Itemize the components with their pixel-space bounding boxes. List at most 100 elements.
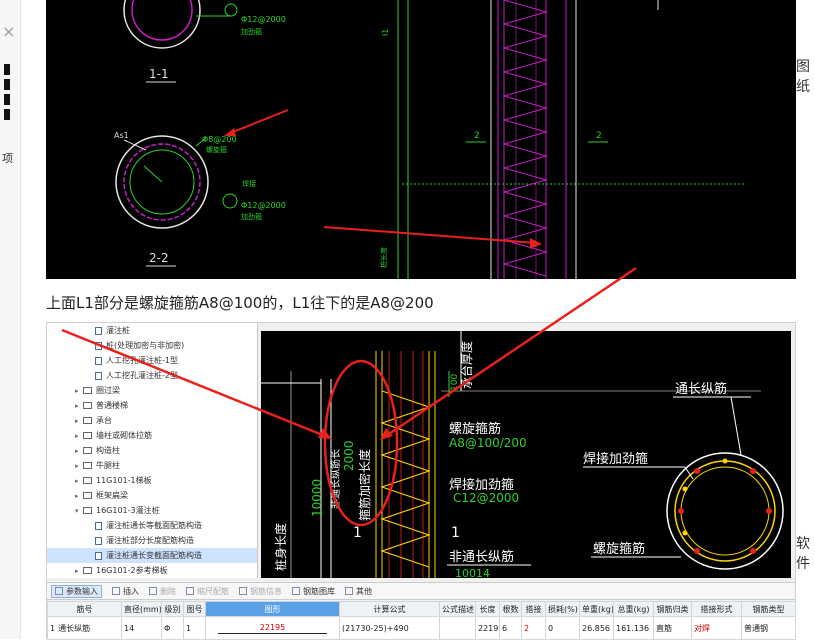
dim-l1-label: l1 bbox=[381, 29, 390, 36]
toolbar-button[interactable]: 钢筋信息 bbox=[239, 586, 282, 597]
table-cell[interactable] bbox=[439, 616, 476, 640]
table-cell[interactable]: 26.856 bbox=[579, 616, 614, 640]
folder-icon bbox=[83, 432, 92, 439]
toolbar-button[interactable]: 缩尺配筋 bbox=[186, 586, 229, 597]
chevron-right-icon[interactable]: ▸ bbox=[75, 432, 83, 440]
nonlong-length-value: 10000 bbox=[310, 479, 324, 517]
svg-text:10014: 10014 bbox=[455, 567, 490, 578]
toolbar-button[interactable]: 删除 bbox=[149, 586, 176, 597]
tree-item[interactable]: ▸ 圈过梁 bbox=[47, 383, 257, 398]
chevron-right-icon[interactable]: ▸ bbox=[75, 447, 83, 455]
table-header-cell[interactable]: 长度 bbox=[475, 601, 500, 617]
tree-item[interactable]: ▸ 普通楼梯 bbox=[47, 398, 257, 413]
table-header-cell[interactable]: 损耗(%) bbox=[545, 601, 580, 617]
chevron-right-icon[interactable]: ▸ bbox=[75, 567, 83, 575]
table-cell[interactable]: 0 bbox=[545, 616, 580, 640]
table-header-cell[interactable]: 搭接 bbox=[521, 601, 546, 617]
toolbar-button[interactable]: 插入 bbox=[112, 586, 139, 597]
tree-item[interactable]: 人工挖孔灌注桩-1型 bbox=[47, 353, 257, 368]
tree-item[interactable]: ▸ 承台 bbox=[47, 413, 257, 428]
toolbar-button-label: 插入 bbox=[123, 586, 139, 596]
table-cell[interactable]: 直筋 bbox=[653, 616, 692, 640]
tree-item[interactable]: ▸ 16G101-2参考梯板 bbox=[47, 563, 257, 578]
table-header-cell[interactable]: 直径(mm) bbox=[121, 601, 162, 617]
table-header-cell[interactable]: 筋号 bbox=[47, 601, 122, 617]
chevron-right-icon[interactable]: ▸ bbox=[75, 492, 83, 500]
svg-text:100: 100 bbox=[450, 374, 460, 391]
toolbar-button[interactable]: 钢筋图库 bbox=[292, 586, 335, 597]
table-header-cell[interactable]: 级别 bbox=[161, 601, 184, 617]
toolbar-button-label: 参数输入 bbox=[66, 586, 98, 596]
chevron-right-icon[interactable]: ▸ bbox=[75, 402, 83, 410]
rebar-low-label-3: 加劲箍 bbox=[241, 212, 262, 221]
tree-item[interactable]: 人工挖孔灌注桩-2型 bbox=[47, 368, 257, 383]
toolbar-button[interactable]: 其他 bbox=[345, 586, 372, 597]
tree-item[interactable]: ▸ 墙柱或砌体拉筋 bbox=[47, 428, 257, 443]
tree-item[interactable]: 灌注桩通长等截面配筋构造 bbox=[47, 518, 257, 533]
tree-item[interactable]: 灌注桩部分长度配筋构造 bbox=[47, 533, 257, 548]
table-cell[interactable]: 6 bbox=[499, 616, 522, 640]
table-cell[interactable]: 22195 bbox=[475, 616, 500, 640]
chevron-right-icon[interactable]: ▸ bbox=[75, 462, 83, 470]
table-header-cell[interactable]: 钢筋归类 bbox=[653, 601, 692, 617]
table-header-cell[interactable]: 总重(kg) bbox=[613, 601, 654, 617]
tree-item[interactable]: ▾ 16G101-3灌注桩 bbox=[47, 503, 257, 518]
table-cell-value: 0 bbox=[548, 623, 554, 633]
tree-item[interactable]: 灌注桩 bbox=[47, 323, 257, 338]
tree-item[interactable]: ▸ 框架扁梁 bbox=[47, 488, 257, 503]
table-header-cell[interactable]: 公式描述 bbox=[439, 601, 476, 617]
tree-item[interactable]: 灌注桩通长变截面配筋构造 bbox=[47, 548, 257, 563]
table-cell[interactable]: 2 bbox=[521, 616, 546, 640]
tree-item-label: 墙柱或砌体拉筋 bbox=[96, 431, 152, 440]
section-2-2-label: 2-2 bbox=[149, 251, 169, 265]
tree-item[interactable]: ▸ 构造柱 bbox=[47, 443, 257, 458]
nonlong-rebar-label: 非通长纵筋 bbox=[449, 549, 514, 565]
chevron-right-icon[interactable]: ▸ bbox=[75, 417, 83, 425]
tree-item-label: 灌注桩通长变截面配筋构造 bbox=[106, 551, 202, 560]
table-cell[interactable]: 14 bbox=[121, 616, 162, 640]
toolbar-icon bbox=[186, 587, 194, 595]
toolbar-button[interactable]: 参数输入 bbox=[51, 584, 102, 598]
table-header-cell[interactable]: 图号 bbox=[183, 601, 206, 617]
table-cell[interactable]: 对焊 bbox=[691, 616, 742, 640]
toolbar-icon bbox=[239, 587, 247, 595]
dense-length-value: 2000 bbox=[342, 440, 356, 471]
tree-item[interactable]: ▸ 11G101-1梯板 bbox=[47, 473, 257, 488]
table-header-cell[interactable]: 计算公式 bbox=[339, 601, 440, 617]
tree-item-label: 灌注桩通长等截面配筋构造 bbox=[106, 521, 202, 530]
toolbar-button-label: 钢筋图库 bbox=[303, 586, 335, 596]
weld-stiffener-label: 焊接加劲箍 bbox=[583, 451, 648, 467]
table-row[interactable]: 1通长纵筋14Φ122195(21730-25)+4902219562026.8… bbox=[47, 616, 796, 640]
table-cell-value: 22195 bbox=[259, 622, 286, 632]
table-cell[interactable]: 普通钢 bbox=[741, 616, 796, 640]
tree-item[interactable]: 桩(处理加密与非加密) bbox=[47, 338, 257, 353]
table-cell[interactable]: 1 bbox=[183, 616, 206, 640]
toolbar-button-label: 缩尺配筋 bbox=[197, 586, 229, 596]
table-header-cell[interactable]: 单重(kg) bbox=[579, 601, 614, 617]
rebar-mid-label-1: Φ8@200 bbox=[202, 135, 237, 144]
cad-drawing-software-svg: 桩身长度 承台厚度 100 2000 箍筋加密长度 10000 非通长纵筋长 1… bbox=[261, 331, 784, 580]
tree-item-label: 灌注桩部分长度配筋构造 bbox=[106, 536, 194, 545]
dim-2-left: 2 bbox=[474, 131, 480, 141]
table-header-cell[interactable]: 根数 bbox=[499, 601, 522, 617]
cap-thickness-label: 承台厚度 bbox=[459, 341, 474, 389]
chevron-down-icon[interactable]: ▾ bbox=[75, 507, 83, 515]
tree-item[interactable]: ▸ 牛腿柱 bbox=[47, 458, 257, 473]
table-header-cell[interactable]: 图形 bbox=[205, 601, 340, 617]
table-cell-value: 161.136 bbox=[616, 623, 650, 633]
section-mark-left: 1 bbox=[353, 525, 362, 541]
close-icon[interactable]: × bbox=[2, 22, 15, 41]
table-cell[interactable]: 22195 bbox=[205, 616, 340, 640]
table-cell[interactable]: (21730-25)+490 bbox=[339, 616, 440, 640]
folder-icon bbox=[83, 402, 92, 409]
table-header-cell[interactable]: 钢筋类型 bbox=[741, 601, 796, 617]
table-cell-value: 通长纵筋 bbox=[58, 623, 91, 633]
table-cell[interactable]: 1 通长纵筋 bbox=[47, 616, 122, 640]
table-header-cell[interactable]: 搭接形式 bbox=[691, 601, 742, 617]
toolbar-button-label: 钢筋信息 bbox=[250, 586, 282, 596]
table-cell[interactable]: 161.136 bbox=[613, 616, 654, 640]
chevron-right-icon[interactable]: ▸ bbox=[75, 387, 83, 395]
table-cell[interactable]: Φ bbox=[161, 616, 184, 640]
chevron-right-icon[interactable]: ▸ bbox=[75, 477, 83, 485]
rebar-mid-label-2: 螺旋箍 bbox=[206, 145, 227, 154]
